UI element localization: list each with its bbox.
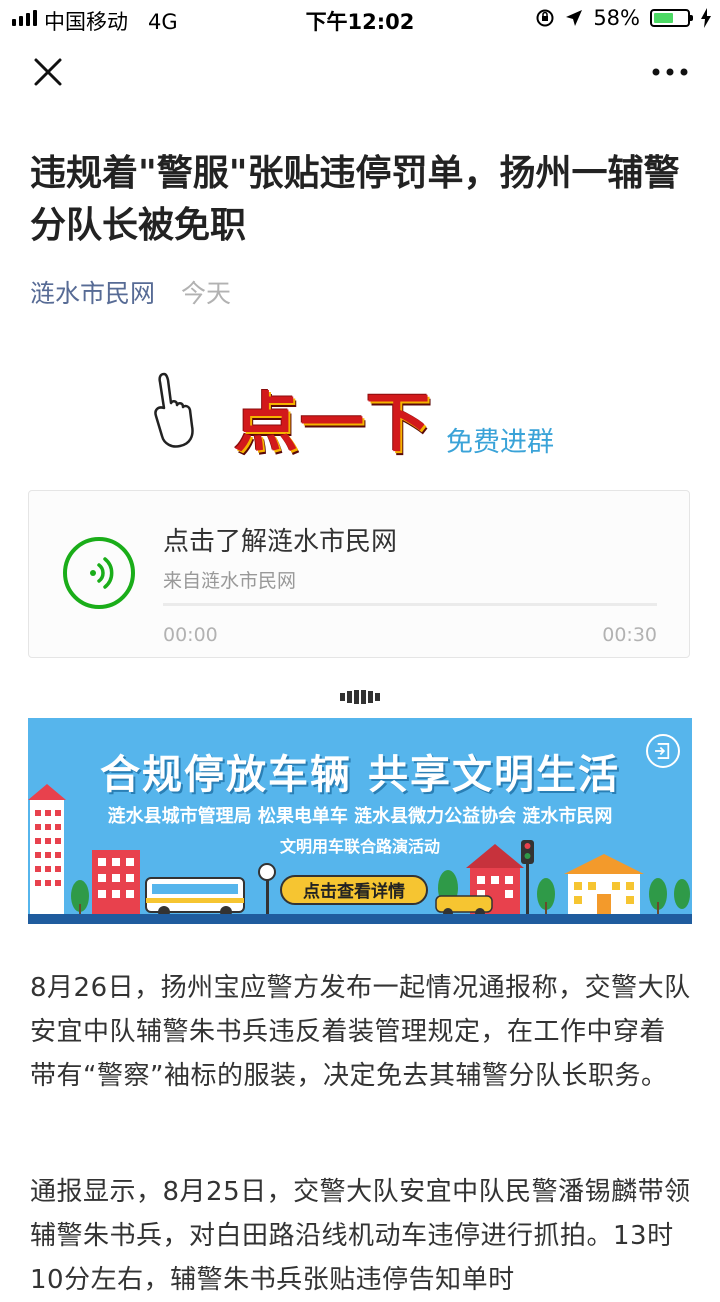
loading-bars-icon xyxy=(340,690,380,704)
click-banner-big-text: 点一下 xyxy=(234,387,432,461)
audio-play-button[interactable] xyxy=(63,537,135,609)
publish-date: 今天 xyxy=(180,279,231,308)
exit-icon xyxy=(646,734,680,768)
article-meta: 涟水市民网 今天 xyxy=(30,274,231,310)
close-icon[interactable] xyxy=(30,54,66,90)
banner-event-name: 文明用车联合路演活动 xyxy=(279,837,440,856)
battery-percent: 58% xyxy=(593,6,640,30)
audio-source: 来自涟水市民网 xyxy=(163,570,297,592)
pointing-hand-icon xyxy=(154,372,194,448)
audio-progress-track[interactable] xyxy=(163,603,657,606)
civic-parking-banner[interactable]: 合规停放车辆 共享文明生活 涟水县城市管理局 松果电单车 涟水县微力公益协会 涟… xyxy=(28,718,692,924)
click-banner-small-text: 免费进群 xyxy=(446,427,554,458)
article-paragraph-2: 通报显示，8月25日，交警大队安宜中队民警潘锡麟带领辅警朱书兵，对白田路沿线机动… xyxy=(30,1177,691,1295)
audio-player-card[interactable]: 点击了解涟水市民网 来自涟水市民网 00:00 00:30 xyxy=(28,490,690,658)
banner-ground-strip xyxy=(28,914,692,924)
orientation-lock-icon xyxy=(536,9,554,27)
battery-icon xyxy=(650,9,693,27)
article-paragraph-1: 8月26日，扬州宝应警方发布一起情况通报称，交警大队安宜中队辅警朱书兵违反着装管… xyxy=(30,973,691,1091)
location-icon xyxy=(566,10,583,26)
audio-title: 点击了解涟水市民网 xyxy=(163,527,398,557)
more-icon[interactable] xyxy=(650,60,690,84)
battery-level xyxy=(654,13,673,23)
account-name-link[interactable]: 涟水市民网 xyxy=(30,279,155,308)
banner-details-button[interactable]: 点击查看详情 xyxy=(280,875,428,905)
audio-duration: 00:30 xyxy=(602,624,657,646)
status-bar: 中国移动 4G 下午12:02 58% xyxy=(0,0,720,38)
banner-headline: 合规停放车辆 共享文明生活 xyxy=(100,752,620,798)
join-group-banner[interactable]: 点一下 免费进群 xyxy=(150,370,580,461)
audio-current-time: 00:00 xyxy=(163,624,218,646)
banner-organizers: 涟水县城市管理局 松果电单车 涟水县微力公益协会 涟水市民网 xyxy=(107,806,613,827)
article-title: 违规着"警服"张贴违停罚单，扬州一辅警分队长被免职 xyxy=(30,153,680,246)
charging-icon xyxy=(701,8,711,28)
audio-wave-icon xyxy=(90,557,114,589)
